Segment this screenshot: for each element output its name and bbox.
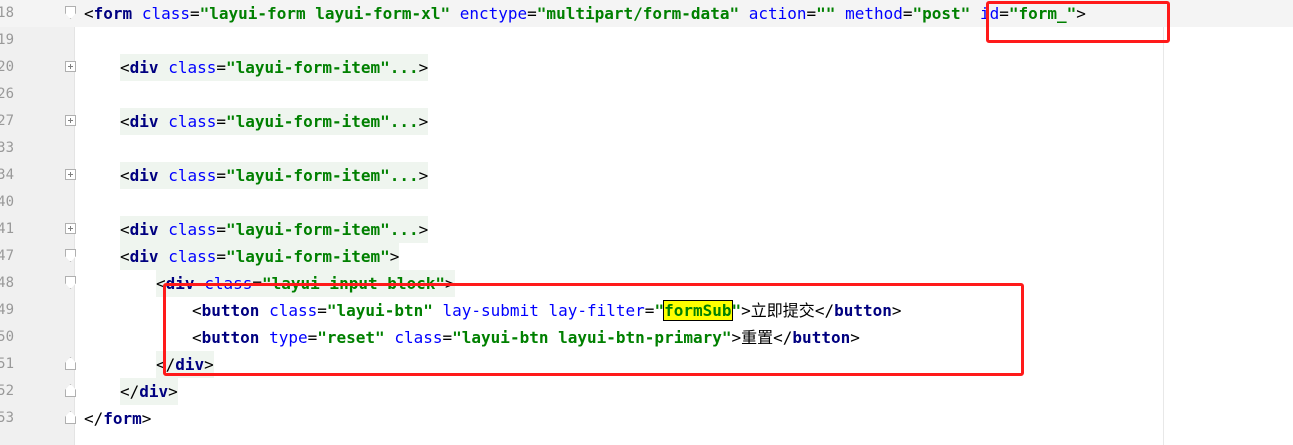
- expand-fold-icon[interactable]: [65, 115, 76, 126]
- code-content: <form class="layui-form layui-form-xl" e…: [84, 0, 1086, 27]
- code-line[interactable]: 40: [0, 189, 1293, 216]
- code-bracket: <: [84, 4, 94, 23]
- code-bracket: <: [120, 220, 130, 239]
- collapse-fold-icon[interactable]: [65, 249, 76, 262]
- code-line[interactable]: 41 <div class="layui-form-item"...>: [0, 216, 1293, 243]
- code-bracket: <: [120, 58, 130, 77]
- line-number: 26: [0, 86, 14, 102]
- code-line[interactable]: 52 </div>: [0, 378, 1293, 405]
- code-bracket: <: [120, 166, 130, 185]
- code-tag-name: div: [129, 220, 159, 239]
- fold-end-icon[interactable]: [65, 411, 76, 424]
- code-string: "multipart/form-data": [536, 4, 740, 23]
- code-bracket: =: [902, 4, 913, 23]
- code-content: </div>: [120, 378, 178, 405]
- code-attribute: class: [168, 58, 217, 77]
- code-content: <div class="layui-form-item"...>: [120, 108, 429, 135]
- line-number: 48: [0, 275, 14, 291]
- fold-end-icon[interactable]: [65, 384, 76, 397]
- line-number: 50: [0, 329, 14, 345]
- code-attribute: class: [168, 112, 217, 131]
- code-bracket: </: [84, 409, 104, 428]
- code-tag-name: div: [129, 166, 159, 185]
- code-line[interactable]: 20 <div class="layui-form-item"...>: [0, 54, 1293, 81]
- code-attribute: class: [168, 220, 217, 239]
- code-attribute: class: [168, 247, 217, 266]
- code-string: "": [816, 4, 836, 23]
- line-number: 41: [0, 221, 14, 237]
- code-content: <div class="layui-form-item"...>: [120, 162, 429, 189]
- line-number: 47: [0, 248, 14, 264]
- code-content: <div class="layui-form-item"...>: [120, 216, 429, 243]
- code-bracket: >: [141, 409, 152, 428]
- code-bracket: =: [806, 4, 817, 23]
- code-bracket: >: [418, 112, 429, 131]
- code-bracket: =: [189, 4, 200, 23]
- code-content: <div class="layui-form-item">: [120, 243, 400, 270]
- code-bracket: =: [216, 166, 226, 185]
- code-tag-name: form: [93, 4, 133, 23]
- code-string: "layui-form layui-form-xl": [199, 4, 451, 23]
- code-bracket: >: [418, 166, 429, 185]
- code-line[interactable]: 34 <div class="layui-form-item"...>: [0, 162, 1293, 189]
- line-number: 49: [0, 302, 14, 318]
- line-number: 34: [0, 167, 14, 183]
- code-bracket: =: [216, 58, 226, 77]
- code-bracket: =: [216, 220, 226, 239]
- expand-fold-icon[interactable]: [65, 61, 76, 72]
- code-bracket: =: [216, 112, 226, 131]
- code-line[interactable]: 26: [0, 81, 1293, 108]
- expand-fold-icon[interactable]: [65, 223, 76, 234]
- code-bracket: </: [120, 382, 140, 401]
- line-number: 52: [0, 383, 14, 399]
- expand-fold-icon[interactable]: [65, 169, 76, 180]
- annotation-box-buttons: [163, 283, 1024, 376]
- code-line[interactable]: 33: [0, 135, 1293, 162]
- line-number: 51: [0, 356, 14, 372]
- code-bracket: <: [120, 247, 130, 266]
- code-bracket: >: [389, 247, 400, 266]
- code-content: </form>: [84, 405, 151, 432]
- fold-end-icon[interactable]: [65, 357, 76, 370]
- line-number: 20: [0, 59, 14, 75]
- code-bracket: <: [120, 112, 130, 131]
- code-line[interactable]: 53 </form>: [0, 405, 1293, 432]
- code-string: "layui-form-item": [226, 247, 390, 266]
- code-tag-name: div: [129, 112, 159, 131]
- code-tag-name: div: [129, 58, 159, 77]
- code-bracket: =: [527, 4, 537, 23]
- code-attribute: action: [748, 4, 807, 23]
- code-attribute: enctype: [459, 4, 528, 23]
- code-tag-name: form: [103, 409, 142, 428]
- code-line[interactable]: 47 <div class="layui-form-item">: [0, 243, 1293, 270]
- code-bracket: >: [418, 58, 429, 77]
- code-string: "layui-form-item"...: [226, 166, 419, 185]
- code-string: "layui-form-item"...: [226, 220, 419, 239]
- code-bracket: =: [216, 247, 226, 266]
- line-number: 40: [0, 194, 14, 210]
- line-number: 18: [0, 5, 14, 21]
- code-attribute: class: [168, 166, 217, 185]
- code-tag-name: div: [129, 247, 159, 266]
- code-attribute: class: [141, 4, 190, 23]
- code-tag-name: div: [139, 382, 169, 401]
- code-content: <div class="layui-form-item"...>: [120, 54, 429, 81]
- collapse-fold-icon[interactable]: [65, 276, 76, 289]
- line-number: 53: [0, 410, 14, 426]
- code-attribute: method: [845, 4, 903, 23]
- code-bracket: >: [418, 220, 429, 239]
- code-string: "layui-form-item"...: [226, 58, 419, 77]
- line-number: 33: [0, 140, 14, 156]
- collapse-fold-icon[interactable]: [65, 6, 76, 19]
- code-string: "layui-form-item"...: [226, 112, 419, 131]
- code-string: "post": [912, 4, 971, 23]
- line-number: 27: [0, 113, 14, 129]
- code-bracket: >: [168, 382, 178, 401]
- line-number: 19: [0, 32, 14, 48]
- annotation-box-form-id: [986, 1, 1170, 43]
- code-line[interactable]: 27 <div class="layui-form-item"...>: [0, 108, 1293, 135]
